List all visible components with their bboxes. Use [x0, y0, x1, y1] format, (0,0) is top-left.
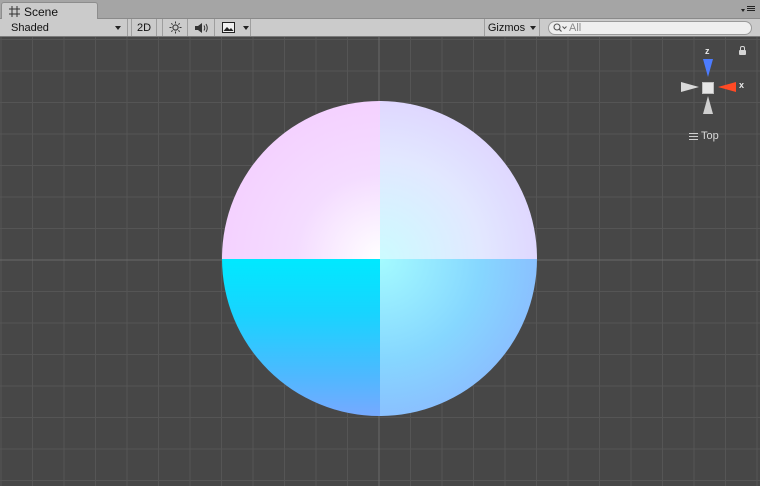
axis-negative-x-arrow[interactable]: [681, 82, 699, 92]
axis-z-label: z: [705, 46, 710, 56]
toggle-2d-label: 2D: [136, 21, 152, 34]
axis-x-arrow[interactable]: [718, 82, 736, 92]
panel-menu-icon[interactable]: [741, 6, 755, 16]
tab-label: Scene: [24, 4, 59, 19]
disc-quadrant-bottom-left: [222, 258, 380, 416]
shading-mode-label: Shaded: [11, 21, 49, 34]
grid-icon: [9, 6, 20, 17]
disc-quadrant-top-right: [379, 101, 537, 259]
search-icon: [553, 23, 567, 32]
scene-viewport[interactable]: z x Top: [0, 37, 760, 486]
axis-x-label: x: [739, 80, 745, 90]
orientation-gizmo[interactable]: z x Top: [676, 45, 756, 150]
chevron-down-icon: [530, 25, 537, 30]
scene-effects-dropdown[interactable]: [215, 19, 251, 36]
search-field[interactable]: All: [548, 21, 752, 35]
scene-audio-button[interactable]: [188, 19, 215, 36]
gizmos-label: Gizmos: [487, 21, 526, 34]
disc-object[interactable]: [222, 101, 537, 416]
toggle-2d-button[interactable]: 2D: [131, 19, 157, 36]
gizmos-dropdown[interactable]: Gizmos: [484, 19, 540, 36]
disc-quadrant-bottom-right: [379, 258, 537, 416]
tab-strip: Scene: [0, 0, 760, 20]
scene-toolbar: Shaded 2D Gizmos All: [0, 19, 760, 37]
shading-mode-dropdown[interactable]: Shaded: [0, 19, 128, 36]
hamburger-icon: [689, 132, 698, 140]
speaker-icon: [194, 22, 208, 33]
image-icon: [222, 22, 235, 33]
disc-quadrant-top-left: [222, 101, 380, 259]
view-name-text: Top: [701, 130, 719, 142]
chevron-down-icon: [243, 25, 249, 30]
chevron-down-icon: [115, 25, 121, 30]
sun-icon: [169, 21, 181, 34]
gizmo-center-cube[interactable]: [702, 82, 714, 94]
lock-icon[interactable]: [739, 46, 746, 55]
axis-negative-z-arrow[interactable]: [703, 96, 713, 114]
view-mode-label[interactable]: Top: [689, 130, 719, 142]
axis-z-arrow[interactable]: [703, 59, 713, 77]
tab-scene[interactable]: Scene: [1, 2, 98, 20]
search-placeholder: All: [569, 22, 582, 34]
scene-lighting-button[interactable]: [162, 19, 188, 36]
